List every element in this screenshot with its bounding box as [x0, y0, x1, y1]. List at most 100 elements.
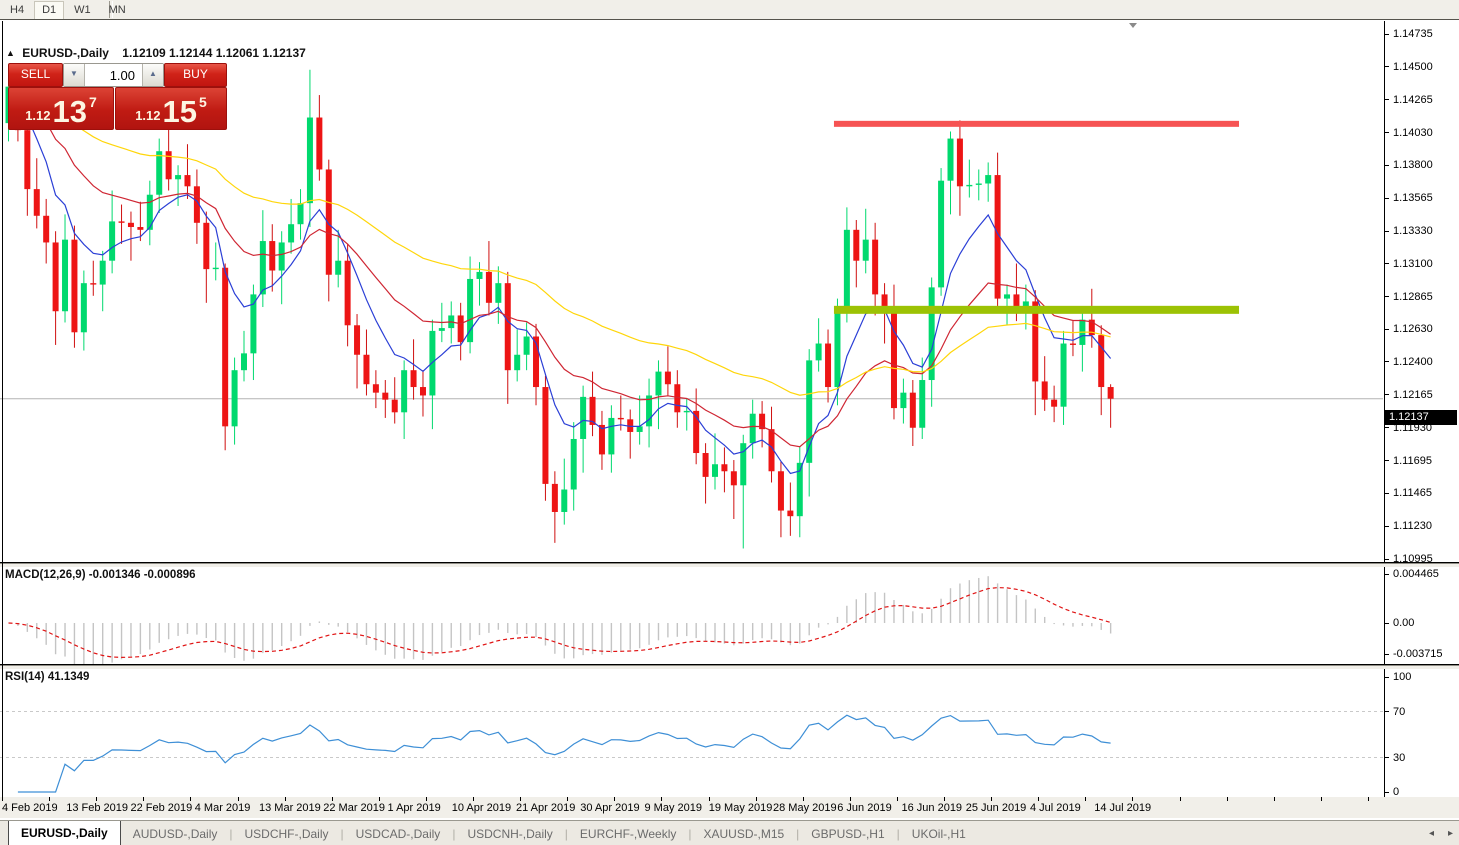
price-tick: [1385, 361, 1389, 362]
slow-ma-line: [9, 87, 1111, 396]
candle: [298, 203, 304, 224]
candle: [505, 283, 511, 370]
buy-button[interactable]: BUY: [164, 63, 227, 87]
date-axis-label: 30 Apr 2019: [580, 802, 639, 814]
date-tick: [756, 797, 757, 801]
tab-eurchf-weekly[interactable]: EURCHF-,Weekly: [568, 821, 688, 845]
price-axis-label: 1.11695: [1393, 454, 1432, 468]
timeframe-button-d1[interactable]: D1: [34, 1, 64, 20]
candle: [316, 118, 322, 170]
tab-eurusd-daily[interactable]: EURUSD-,Daily: [8, 821, 121, 845]
tab-gbpusd-h1[interactable]: GBPUSD-,H1: [799, 821, 896, 845]
candle: [542, 387, 548, 484]
price-tick: [1385, 394, 1389, 395]
candle: [703, 453, 709, 477]
candle: [354, 325, 360, 354]
date-tick: [285, 797, 286, 801]
sell-price-panel[interactable]: 1.12 13 7: [8, 87, 114, 130]
one-click-trading-panel: SELL ▼ ▲ BUY 1.12 13 7 1.12 15 5: [8, 63, 225, 125]
date-tick: [1132, 797, 1133, 801]
candle: [439, 328, 445, 331]
candle: [137, 227, 143, 230]
price-tick: [1385, 493, 1389, 494]
date-axis-label: 22 Feb 2019: [131, 802, 193, 814]
macd-axis-label: 0.004465: [1393, 567, 1439, 581]
candle: [119, 221, 125, 222]
candle: [674, 384, 680, 412]
price-tick: [1385, 198, 1389, 199]
fast-ma-line: [9, 87, 1111, 474]
medium-ma-line: [9, 87, 1111, 447]
candle: [90, 283, 96, 284]
buy-price-prefix: 1.12: [135, 108, 160, 123]
macd-axis: 0.0044650.00-0.003715: [1384, 567, 1459, 664]
tab-scroll-right-icon[interactable]: ▸: [1448, 828, 1453, 839]
tab-usdchf-daily[interactable]: USDCHF-,Daily: [233, 821, 341, 845]
sell-button[interactable]: SELL: [8, 63, 63, 87]
sell-price-big: 13: [53, 97, 87, 126]
price-tick: [1385, 526, 1389, 527]
candle: [486, 272, 492, 303]
candle: [919, 380, 925, 428]
date-tick: [567, 797, 568, 801]
candle: [156, 151, 162, 195]
candle: [109, 221, 115, 260]
volume-decrease-icon[interactable]: ▼: [64, 64, 85, 86]
rsi-label: RSI(14) 41.1349: [5, 671, 89, 683]
tab-scroll-buttons: ◂ ▸: [1429, 821, 1453, 845]
volume-input[interactable]: [85, 64, 142, 86]
candle: [62, 240, 68, 312]
date-tick: [96, 797, 97, 801]
price-tick: [1385, 329, 1389, 330]
timeframe-button-h4[interactable]: H4: [2, 1, 32, 20]
candle: [665, 372, 671, 385]
support-line: [834, 306, 1239, 314]
rsi-line: [18, 715, 1111, 792]
macd-canvas[interactable]: [0, 567, 1383, 664]
tab-usdcnh-daily[interactable]: USDCNH-,Daily: [455, 821, 564, 845]
date-tick: [1368, 797, 1369, 801]
buy-price-panel[interactable]: 1.12 15 5: [115, 87, 227, 130]
tab-xauusd-m15[interactable]: XAUUSD-,M15: [691, 821, 796, 845]
candle: [1070, 344, 1076, 345]
timeframe-button-w1[interactable]: W1: [66, 1, 99, 20]
date-axis-label: 28 May 2019: [773, 802, 837, 814]
candle: [853, 230, 859, 261]
price-tick: [1385, 231, 1389, 232]
date-axis-label: 22 Mar 2019: [323, 802, 385, 814]
candle: [580, 397, 586, 439]
date-tick: [944, 797, 945, 801]
chart-ohlc-values: 1.12109 1.12144 1.12061 1.12137: [122, 46, 306, 60]
candle: [477, 272, 483, 279]
tab-audusd-daily[interactable]: AUDUSD-,Daily: [121, 821, 230, 845]
trading-terminal-window: H4D1W1MN ▲ EURUSD-,Daily 1.12109 1.12144…: [0, 0, 1459, 845]
candle: [260, 241, 266, 294]
rsi-tick: [1385, 711, 1389, 712]
macd-axis-label: -0.003715: [1393, 647, 1443, 661]
tab-scroll-left-icon[interactable]: ◂: [1429, 828, 1434, 839]
date-tick: [897, 797, 898, 801]
date-axis-label: 6 Jun 2019: [837, 802, 891, 814]
candle: [81, 283, 87, 332]
candle: [825, 344, 831, 388]
date-tick: [190, 797, 191, 801]
date-axis-label: 16 Jun 2019: [902, 802, 963, 814]
volume-increase-icon[interactable]: ▲: [142, 64, 163, 86]
tab-usdcad-daily[interactable]: USDCAD-,Daily: [344, 821, 453, 845]
timeframe-button-mn[interactable]: MN: [101, 1, 134, 20]
date-tick: [379, 797, 380, 801]
date-tick: [614, 797, 615, 801]
date-tick: [1274, 797, 1275, 801]
date-tick: [332, 797, 333, 801]
candle: [222, 268, 228, 427]
candle: [1098, 335, 1104, 387]
price-axis-label: 1.13100: [1393, 257, 1433, 271]
date-tick: [850, 797, 851, 801]
candle: [778, 471, 784, 510]
candle: [731, 471, 737, 485]
date-tick: [1038, 797, 1039, 801]
date-axis-label: 21 Apr 2019: [516, 802, 575, 814]
rsi-canvas[interactable]: [0, 669, 1383, 798]
macd-label: MACD(12,26,9) -0.001346 -0.000896: [5, 569, 196, 581]
tab-ukoil-h1[interactable]: UKOil-,H1: [900, 821, 978, 845]
